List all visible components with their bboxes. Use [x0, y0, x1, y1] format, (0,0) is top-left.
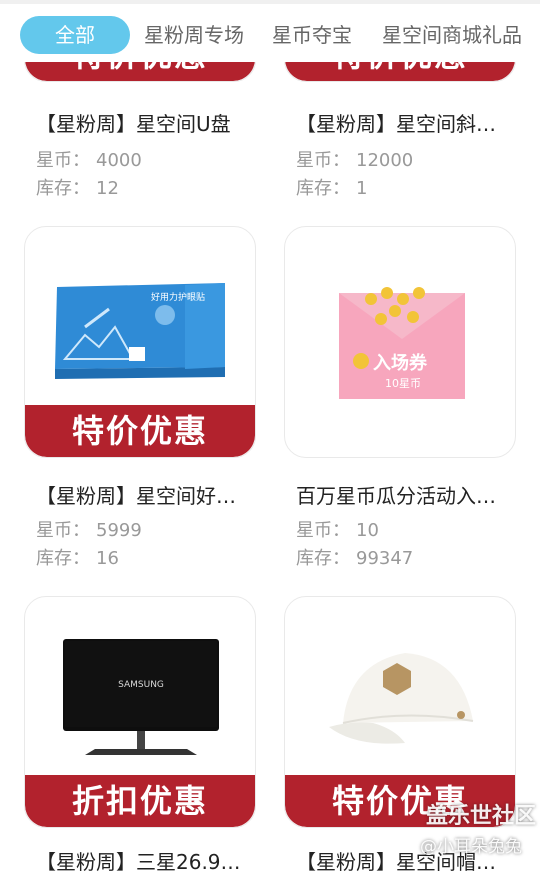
stock-label: 库存： — [296, 178, 350, 199]
coins-value: 4000 — [96, 150, 142, 171]
cap-image — [329, 653, 474, 744]
stock-value: 16 — [96, 548, 119, 569]
watermark-community: 盖乐世社区 — [426, 804, 537, 829]
coins-label: 星币： — [36, 150, 90, 171]
samsung-monitor-image: SAMSUNG — [63, 639, 219, 755]
entry-ticket-image: 入场券 10星币 — [339, 287, 465, 399]
stock-value: 1 — [356, 178, 368, 199]
product-coins: 星币： 10 — [296, 516, 379, 542]
product-title[interactable]: 【星粉周】三星26.9… — [36, 846, 256, 875]
product-card[interactable]: 好用力护眼贴 特价优惠 — [24, 226, 256, 458]
product-title[interactable]: 【星粉周】星空间斜… — [296, 108, 516, 137]
watermark-user: @小耳朵兔兔 — [420, 837, 522, 857]
stock-label: 库存： — [36, 548, 90, 569]
coins-label: 星币： — [296, 520, 350, 541]
discount-banner: 折扣优惠 — [25, 775, 255, 827]
coins-value: 10 — [356, 520, 379, 541]
stock-label: 库存： — [36, 178, 90, 199]
product-card[interactable]: 特价优惠 — [284, 596, 516, 828]
tab-coin-treasure[interactable]: 星币夺宝 — [272, 16, 352, 54]
product-title[interactable]: 【星粉周】星空间U盘 — [36, 108, 256, 137]
tab-space-mall-gifts[interactable]: 星空间商城礼品 — [382, 16, 522, 54]
product-title[interactable]: 【星粉周】星空间好… — [36, 480, 256, 509]
stock-value: 99347 — [356, 548, 414, 569]
discount-banner: 特价优惠 — [25, 405, 255, 457]
product-coins: 星币： 12000 — [296, 146, 413, 172]
tab-all[interactable]: 全部 — [20, 16, 130, 54]
product-coins: 星币： 4000 — [36, 146, 142, 172]
product-stock: 库存： 12 — [36, 174, 119, 200]
coins-value: 12000 — [356, 150, 414, 171]
product-stock: 库存： 16 — [36, 544, 119, 570]
box-text: 好用力护眼贴 — [151, 291, 205, 303]
stock-label: 库存： — [296, 548, 350, 569]
product-stock: 库存： 99347 — [296, 544, 413, 570]
product-card[interactable]: SAMSUNG 折扣优惠 — [24, 596, 256, 828]
ticket-text: 入场券 — [373, 352, 428, 374]
coins-value: 5999 — [96, 520, 142, 541]
ticket-subtext: 10星币 — [385, 377, 421, 390]
product-title[interactable]: 百万星币瓜分活动入… — [296, 480, 516, 509]
eye-protector-box-image: 好用力护眼贴 — [55, 283, 225, 379]
product-stock: 库存： 1 — [296, 174, 367, 200]
samsung-logo: SAMSUNG — [118, 680, 164, 690]
coins-label: 星币： — [296, 150, 350, 171]
category-tabs: 全部 星粉周专场 星币夺宝 星空间商城礼品 — [0, 0, 540, 62]
product-coins: 星币： 5999 — [36, 516, 142, 542]
product-card[interactable]: 入场券 10星币 — [284, 226, 516, 458]
coins-label: 星币： — [36, 520, 90, 541]
tab-star-fan-week[interactable]: 星粉周专场 — [144, 16, 244, 54]
stock-value: 12 — [96, 178, 119, 199]
